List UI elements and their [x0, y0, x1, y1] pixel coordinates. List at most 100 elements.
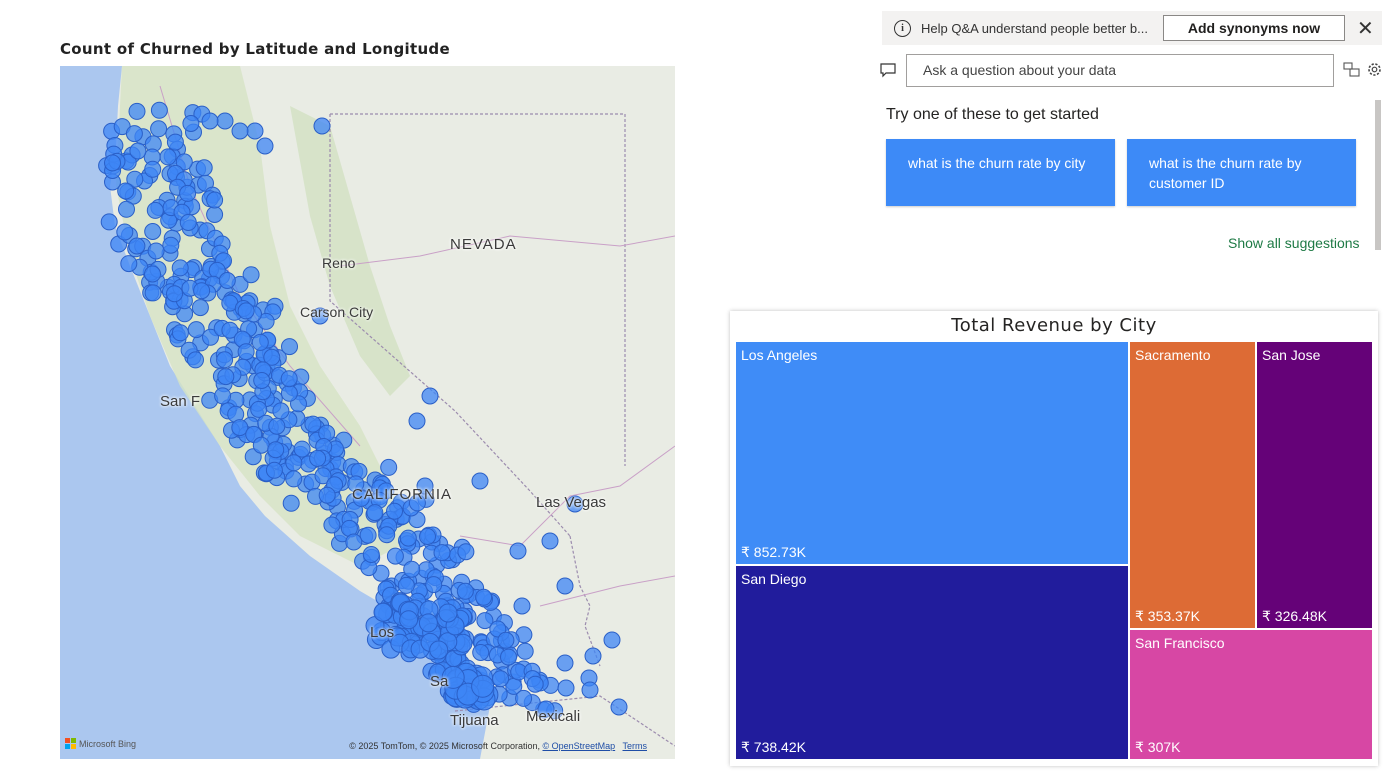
- churn-bubble[interactable]: [359, 526, 377, 544]
- churn-bubble[interactable]: [214, 387, 232, 405]
- treemap-tile-sacramento[interactable]: Sacramento ₹ 353.37K: [1129, 341, 1256, 629]
- churn-bubble[interactable]: [425, 576, 443, 594]
- churn-bubble[interactable]: [217, 368, 235, 386]
- churn-bubble[interactable]: [456, 582, 474, 600]
- churn-bubble[interactable]: [285, 454, 303, 472]
- churn-bubble[interactable]: [237, 302, 255, 320]
- churn-bubble[interactable]: [386, 502, 403, 520]
- churn-bubble[interactable]: [418, 613, 438, 633]
- churn-bubble[interactable]: [150, 120, 168, 138]
- churn-bubble[interactable]: [318, 486, 336, 504]
- churn-bubble[interactable]: [497, 631, 515, 649]
- churn-bubble[interactable]: [610, 698, 628, 716]
- churn-bubble[interactable]: [191, 299, 209, 317]
- churn-bubble[interactable]: [144, 160, 162, 178]
- churn-bubble[interactable]: [253, 372, 271, 389]
- gear-icon[interactable]: [1367, 62, 1382, 81]
- churn-bubble[interactable]: [516, 642, 534, 660]
- churn-bubble[interactable]: [475, 588, 493, 606]
- churn-bubble[interactable]: [556, 654, 574, 672]
- churn-bubble[interactable]: [526, 675, 544, 693]
- churn-bubble[interactable]: [171, 259, 189, 277]
- churn-bubble[interactable]: [206, 206, 224, 223]
- churn-bubble[interactable]: [438, 603, 458, 623]
- churn-bubble[interactable]: [556, 577, 574, 595]
- churn-bubble[interactable]: [171, 324, 189, 342]
- churn-bubble[interactable]: [237, 343, 255, 361]
- churn-bubble[interactable]: [472, 644, 490, 661]
- churn-bubble[interactable]: [399, 529, 417, 547]
- churn-bubble[interactable]: [293, 440, 311, 458]
- churn-bubble[interactable]: [146, 201, 164, 219]
- churn-bubble[interactable]: [366, 504, 384, 522]
- churn-bubble[interactable]: [541, 532, 559, 550]
- churn-bubble[interactable]: [120, 255, 138, 273]
- churn-bubble[interactable]: [509, 542, 527, 560]
- churn-bubble[interactable]: [471, 472, 489, 490]
- churn-bubble[interactable]: [267, 441, 285, 459]
- churn-bubble[interactable]: [280, 384, 298, 402]
- churn-bubble[interactable]: [281, 338, 298, 356]
- churn-bubble[interactable]: [268, 417, 286, 435]
- churn-bubble[interactable]: [144, 284, 162, 302]
- churn-bubble[interactable]: [362, 546, 380, 563]
- qa-question-input[interactable]: Ask a question about your data: [906, 54, 1334, 87]
- churn-bubble[interactable]: [147, 242, 165, 260]
- treemap-tile-san-francisco[interactable]: San Francisco ₹ 307K: [1129, 629, 1373, 760]
- churn-bubble[interactable]: [272, 402, 290, 420]
- churn-bubble[interactable]: [285, 470, 303, 488]
- churn-bubble[interactable]: [218, 272, 236, 289]
- churn-bubble[interactable]: [179, 184, 197, 202]
- churn-bubble[interactable]: [323, 516, 341, 534]
- churn-bubble[interactable]: [242, 266, 260, 284]
- churn-bubble[interactable]: [104, 154, 121, 172]
- osm-link[interactable]: © OpenStreetMap: [542, 741, 615, 751]
- close-icon[interactable]: ✕: [1357, 18, 1374, 38]
- churn-bubble[interactable]: [201, 112, 219, 130]
- churn-bubble[interactable]: [471, 674, 495, 698]
- churn-bubble[interactable]: [378, 526, 396, 544]
- churn-bubble[interactable]: [513, 597, 531, 615]
- revenue-treemap[interactable]: Los Angeles ₹ 852.73K San Diego ₹ 738.42…: [735, 341, 1373, 760]
- churn-bubble[interactable]: [166, 133, 184, 151]
- churn-bubble[interactable]: [195, 159, 213, 177]
- churn-bubble[interactable]: [515, 689, 533, 707]
- churn-bubble[interactable]: [216, 112, 234, 130]
- churn-bubble[interactable]: [408, 412, 426, 430]
- churn-bubble[interactable]: [128, 237, 146, 255]
- treemap-tile-san-diego[interactable]: San Diego ₹ 738.42K: [735, 565, 1129, 760]
- churn-bubble[interactable]: [159, 148, 177, 166]
- churn-bubble[interactable]: [584, 647, 602, 665]
- churn-bubble[interactable]: [457, 543, 475, 561]
- churn-bubble[interactable]: [280, 370, 298, 388]
- churn-bubble[interactable]: [256, 137, 274, 155]
- churn-bubble[interactable]: [433, 544, 451, 562]
- churn-bubble[interactable]: [128, 102, 146, 120]
- churn-bubble[interactable]: [282, 494, 300, 512]
- treemap-tile-los-angeles[interactable]: Los Angeles ₹ 852.73K: [735, 341, 1129, 565]
- bubble-map[interactable]: NEVADA Reno Carson City San F CALIFORNIA…: [60, 66, 675, 759]
- churn-bubble[interactable]: [557, 679, 575, 697]
- churn-bubble[interactable]: [345, 533, 363, 551]
- churn-bubble[interactable]: [373, 602, 393, 622]
- churn-bubble[interactable]: [403, 560, 421, 578]
- churn-bubble[interactable]: [179, 214, 197, 231]
- churn-bubble[interactable]: [246, 122, 264, 140]
- churn-bubble[interactable]: [252, 436, 270, 454]
- churn-bubble[interactable]: [386, 547, 404, 565]
- churn-bubble[interactable]: [144, 223, 162, 240]
- suggestion-churn-rate-by-city[interactable]: what is the churn rate by city: [886, 139, 1115, 206]
- terms-link[interactable]: Terms: [623, 741, 648, 751]
- churn-bubble[interactable]: [193, 282, 211, 300]
- churn-bubble[interactable]: [265, 461, 283, 479]
- churn-bubble[interactable]: [492, 670, 510, 688]
- churn-bubble[interactable]: [581, 681, 599, 699]
- churn-bubble[interactable]: [397, 576, 415, 594]
- churn-bubble[interactable]: [116, 223, 134, 241]
- churn-bubble[interactable]: [117, 182, 135, 200]
- churn-bubble[interactable]: [399, 610, 419, 630]
- churn-bubble[interactable]: [125, 125, 143, 143]
- qa-scrollbar[interactable]: [1375, 100, 1381, 250]
- treemap-tile-san-jose[interactable]: San Jose ₹ 326.48K: [1256, 341, 1373, 629]
- churn-bubble[interactable]: [100, 213, 118, 231]
